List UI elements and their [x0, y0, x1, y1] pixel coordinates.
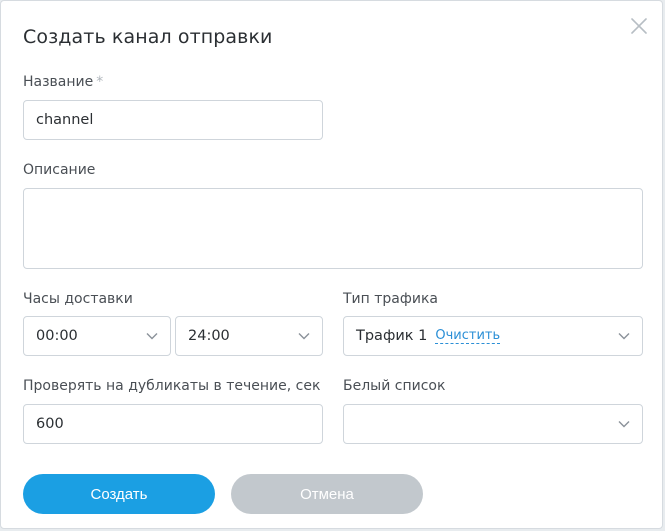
- duplicate-check-field[interactable]: [23, 404, 323, 444]
- name-input[interactable]: [36, 112, 310, 128]
- description-field[interactable]: [23, 188, 643, 269]
- create-button[interactable]: Создать: [23, 474, 215, 514]
- whitelist-label: Белый список: [343, 378, 446, 394]
- delivery-from-value: 00:00: [36, 328, 78, 344]
- traffic-type-value: Трафик 1: [356, 328, 428, 344]
- traffic-type-select[interactable]: Трафик 1 Очистить: [343, 316, 643, 356]
- duplicate-check-input[interactable]: [36, 416, 310, 432]
- traffic-type-clear-link[interactable]: Очистить: [435, 328, 501, 344]
- dialog-title: Создать канал отправки: [23, 26, 273, 48]
- delivery-to-select[interactable]: 24:00: [175, 316, 323, 356]
- create-channel-dialog: Создать канал отправки Название* Описани…: [0, 0, 663, 529]
- delivery-from-select[interactable]: 00:00: [23, 316, 171, 356]
- description-label: Описание: [23, 162, 96, 178]
- name-label: Название *: [23, 74, 103, 90]
- chevron-down-icon: [146, 333, 158, 340]
- delivery-hours-label: Часы доставки: [23, 291, 133, 307]
- chevron-down-icon: [298, 333, 310, 340]
- cancel-button[interactable]: Отмена: [231, 474, 423, 514]
- name-label-text: Название: [23, 74, 94, 90]
- name-field[interactable]: [23, 100, 323, 140]
- required-mark: *: [96, 74, 104, 90]
- description-textarea[interactable]: [36, 199, 630, 247]
- close-icon[interactable]: [629, 16, 649, 36]
- duplicate-check-label: Проверять на дубликаты в течение, сек: [23, 378, 321, 394]
- whitelist-select[interactable]: [343, 404, 643, 444]
- traffic-type-label: Тип трафика: [343, 291, 438, 307]
- delivery-to-value: 24:00: [188, 328, 230, 344]
- chevron-down-icon: [618, 333, 630, 340]
- chevron-down-icon: [618, 421, 630, 428]
